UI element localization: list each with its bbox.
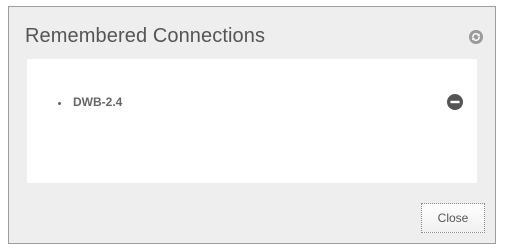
connection-item[interactable]: DWB-2.4	[27, 91, 477, 115]
connections-list: DWB-2.4	[27, 59, 477, 183]
connection-name: DWB-2.4	[73, 95, 123, 109]
minus-circle-icon[interactable]	[447, 94, 463, 110]
refresh-icon[interactable]	[469, 30, 483, 44]
dialog-title: Remembered Connections	[25, 25, 266, 47]
close-button[interactable]: Close	[421, 203, 485, 233]
remembered-connections-dialog: Remembered Connections DWB-2.4 Close	[8, 6, 496, 244]
bullet-icon	[58, 102, 61, 105]
